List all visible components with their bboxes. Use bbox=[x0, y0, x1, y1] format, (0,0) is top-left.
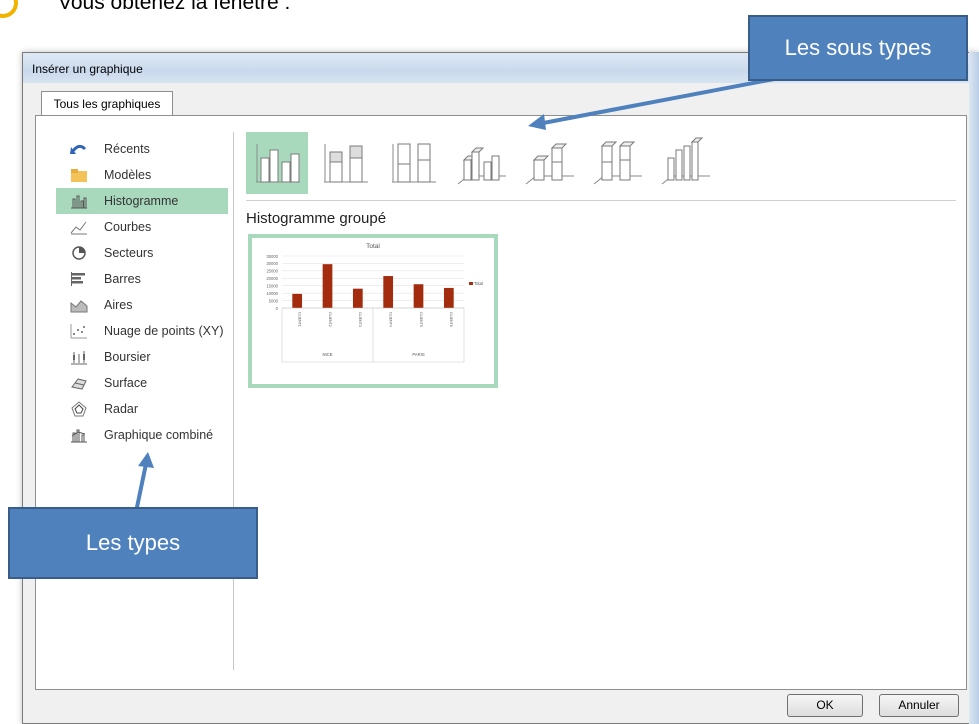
annotation-arrows bbox=[134, 74, 791, 513]
arrow-head-subtypes bbox=[528, 114, 546, 130]
callout-types: Les types bbox=[8, 507, 258, 579]
callout-sous-types: Les sous types bbox=[748, 15, 968, 81]
arrow-to-subtypes bbox=[537, 74, 791, 126]
arrow-to-types bbox=[134, 463, 148, 513]
arrow-head-types bbox=[138, 452, 154, 468]
